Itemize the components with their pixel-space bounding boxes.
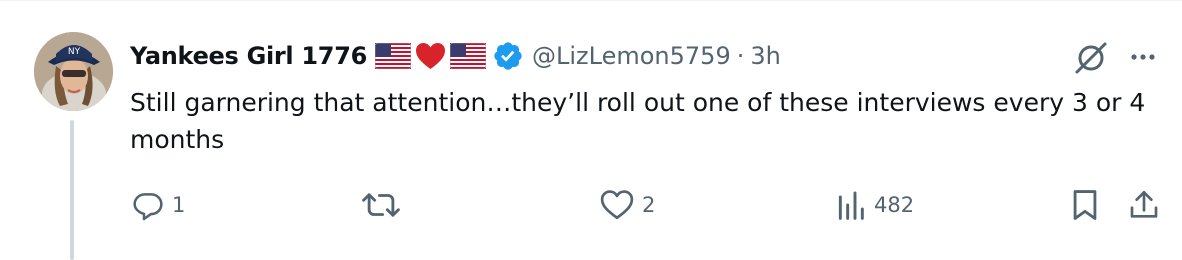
red-heart-icon (416, 43, 446, 69)
bookmark-button[interactable] (1070, 187, 1100, 223)
repost-icon (362, 193, 400, 217)
views-count: 482 (874, 193, 915, 217)
top-divider (0, 0, 1182, 1)
us-flag-icon (450, 43, 487, 69)
like-count: 2 (642, 193, 656, 217)
thread-line (70, 120, 74, 260)
name-emojis (375, 42, 487, 70)
reply-icon (133, 193, 163, 221)
post-header: Yankees Girl 1776 @LizLemon5759 · 3h (130, 36, 781, 76)
avatar[interactable]: NY (34, 32, 113, 111)
separator-dot: · (736, 42, 745, 70)
user-handle[interactable]: @LizLemon5759 (532, 42, 731, 70)
share-button[interactable] (1128, 187, 1160, 223)
views-icon (838, 191, 864, 220)
us-flag-icon (375, 43, 412, 69)
repost-button[interactable] (362, 187, 408, 223)
bookmark-icon (1073, 190, 1097, 220)
avatar-image: NY (34, 32, 113, 111)
like-button[interactable]: 2 (600, 187, 655, 223)
views-button[interactable]: 482 (836, 187, 914, 223)
share-icon (1130, 191, 1158, 218)
post-text: Still garnering that attention…they’ll r… (130, 88, 1146, 154)
reply-count: 1 (172, 193, 186, 217)
more-options-icon[interactable] (1128, 42, 1158, 72)
reply-button[interactable]: 1 (132, 187, 185, 223)
svg-text:NY: NY (68, 47, 81, 57)
display-name[interactable]: Yankees Girl 1776 (130, 42, 367, 70)
post-timestamp[interactable]: 3h (750, 42, 780, 70)
verified-badge-icon[interactable] (492, 40, 524, 72)
grok-icon[interactable] (1070, 37, 1110, 77)
heart-icon (600, 190, 634, 220)
